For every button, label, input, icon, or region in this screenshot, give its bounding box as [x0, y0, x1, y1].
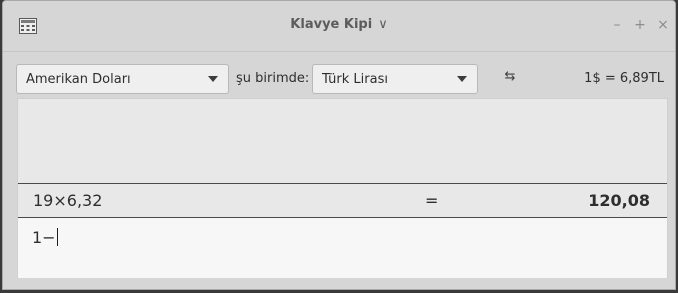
close-button[interactable]: × [655, 16, 671, 34]
text-cursor [56, 228, 58, 246]
history-area [18, 99, 667, 184]
expression-input[interactable]: 1− [18, 218, 667, 278]
window-title[interactable]: Klavye Kipi ∨ [3, 17, 675, 32]
window-title-text: Klavye Kipi [290, 17, 373, 32]
history-row[interactable]: 19×6,32 = 120,08 [18, 184, 667, 217]
exchange-rate-label: 1$ = 6,89TL [584, 71, 664, 86]
chevron-down-icon [208, 76, 218, 82]
expression-input-text: 1− [32, 228, 58, 247]
title-dropdown-icon[interactable]: ∨ [378, 17, 388, 32]
expression-value: 1− [32, 228, 56, 247]
swap-arrows-icon[interactable]: ⇆ [500, 68, 520, 86]
calculation-panel: 19×6,32 = 120,08 1− [17, 98, 668, 278]
chevron-down-icon [457, 76, 467, 82]
to-currency-select[interactable]: Türk Lirası [312, 64, 478, 94]
currency-toolbar: Amerikan Doları şu birimde: Türk Lirası … [3, 51, 675, 99]
calculator-window: Klavye Kipi ∨ – + × Amerikan Doları şu bi… [2, 0, 676, 290]
from-currency-select[interactable]: Amerikan Doları [16, 64, 229, 94]
title-bar[interactable]: Klavye Kipi ∨ – + × [3, 1, 675, 52]
from-currency-value: Amerikan Doları [26, 72, 131, 87]
history-expression: 19×6,32 [33, 191, 103, 210]
maximize-button[interactable]: + [632, 16, 648, 34]
to-currency-value: Türk Lirası [322, 72, 388, 87]
history-result: 120,08 [588, 191, 650, 210]
minimize-button[interactable]: – [609, 16, 625, 34]
equals-sign: = [425, 191, 439, 210]
in-units-label: şu birimde: [236, 71, 310, 86]
